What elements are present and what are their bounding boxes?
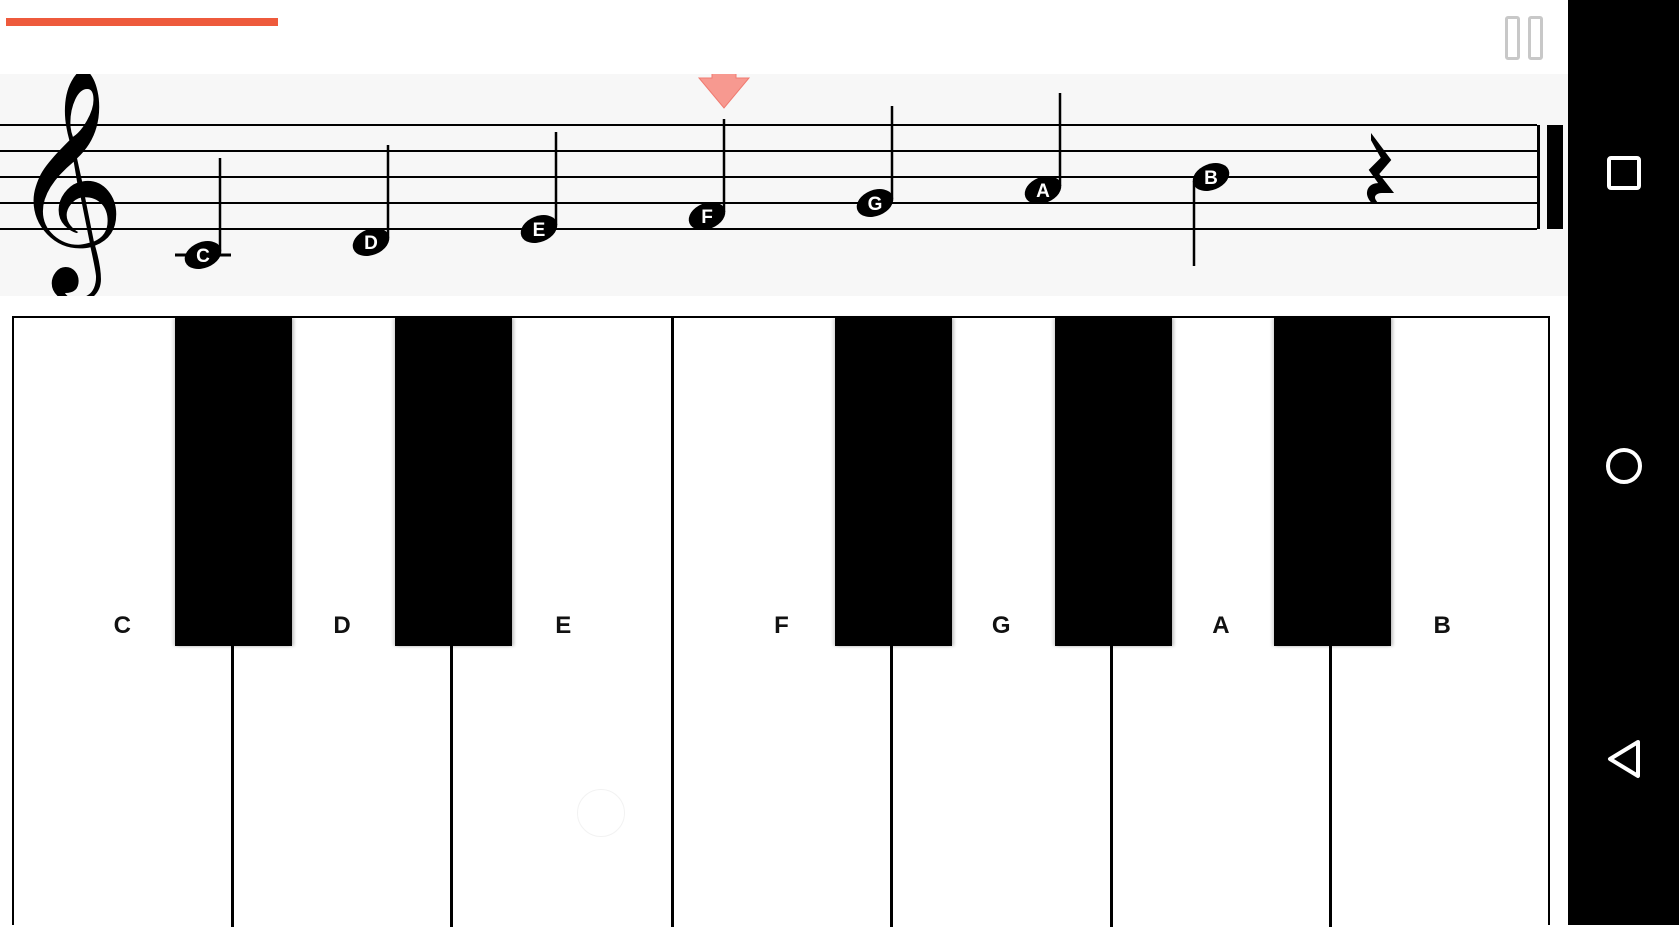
final-barline xyxy=(1537,125,1563,229)
svg-text:F: F xyxy=(701,207,713,228)
svg-text:𝄞: 𝄞 xyxy=(10,74,126,296)
svg-text:E: E xyxy=(533,220,546,241)
black-key-c-sharp[interactable] xyxy=(175,318,292,646)
black-key-a-sharp[interactable] xyxy=(1274,318,1391,646)
treble-clef-icon: 𝄞 xyxy=(10,74,126,296)
staff-note-g: G xyxy=(856,106,894,217)
black-key-d-sharp[interactable] xyxy=(395,318,512,646)
svg-text:A: A xyxy=(1036,181,1050,202)
svg-text:C: C xyxy=(196,246,210,267)
staff-note-e: E xyxy=(520,132,558,243)
square-icon[interactable] xyxy=(1568,128,1679,218)
app-screen: 𝄞 C D E F G A B C D E F G A B xyxy=(0,0,1568,927)
circle-icon[interactable] xyxy=(1568,421,1679,511)
notes-layer: C D E F G A B xyxy=(175,93,1230,269)
staff-note-c: C xyxy=(175,158,231,269)
staff-note-b: B xyxy=(1192,163,1230,266)
svg-text:B: B xyxy=(1204,168,1218,189)
system-nav-bar xyxy=(1568,0,1679,925)
octave-divider xyxy=(671,318,674,927)
svg-text:D: D xyxy=(364,233,378,254)
progress-bar xyxy=(6,18,278,26)
staff-lines xyxy=(0,124,1537,230)
black-key-f-sharp[interactable] xyxy=(835,318,952,646)
black-key-g-sharp[interactable] xyxy=(1055,318,1172,646)
music-staff: 𝄞 C D E F G A B xyxy=(0,74,1568,296)
triangle-back-icon[interactable] xyxy=(1568,714,1679,804)
touch-ripple xyxy=(577,789,625,837)
pause-icon[interactable] xyxy=(1505,16,1551,64)
quarter-rest-icon xyxy=(1367,133,1395,203)
down-arrow-icon xyxy=(697,74,751,109)
svg-text:G: G xyxy=(868,194,883,215)
piano-keyboard: CDEFGAB xyxy=(12,316,1550,927)
